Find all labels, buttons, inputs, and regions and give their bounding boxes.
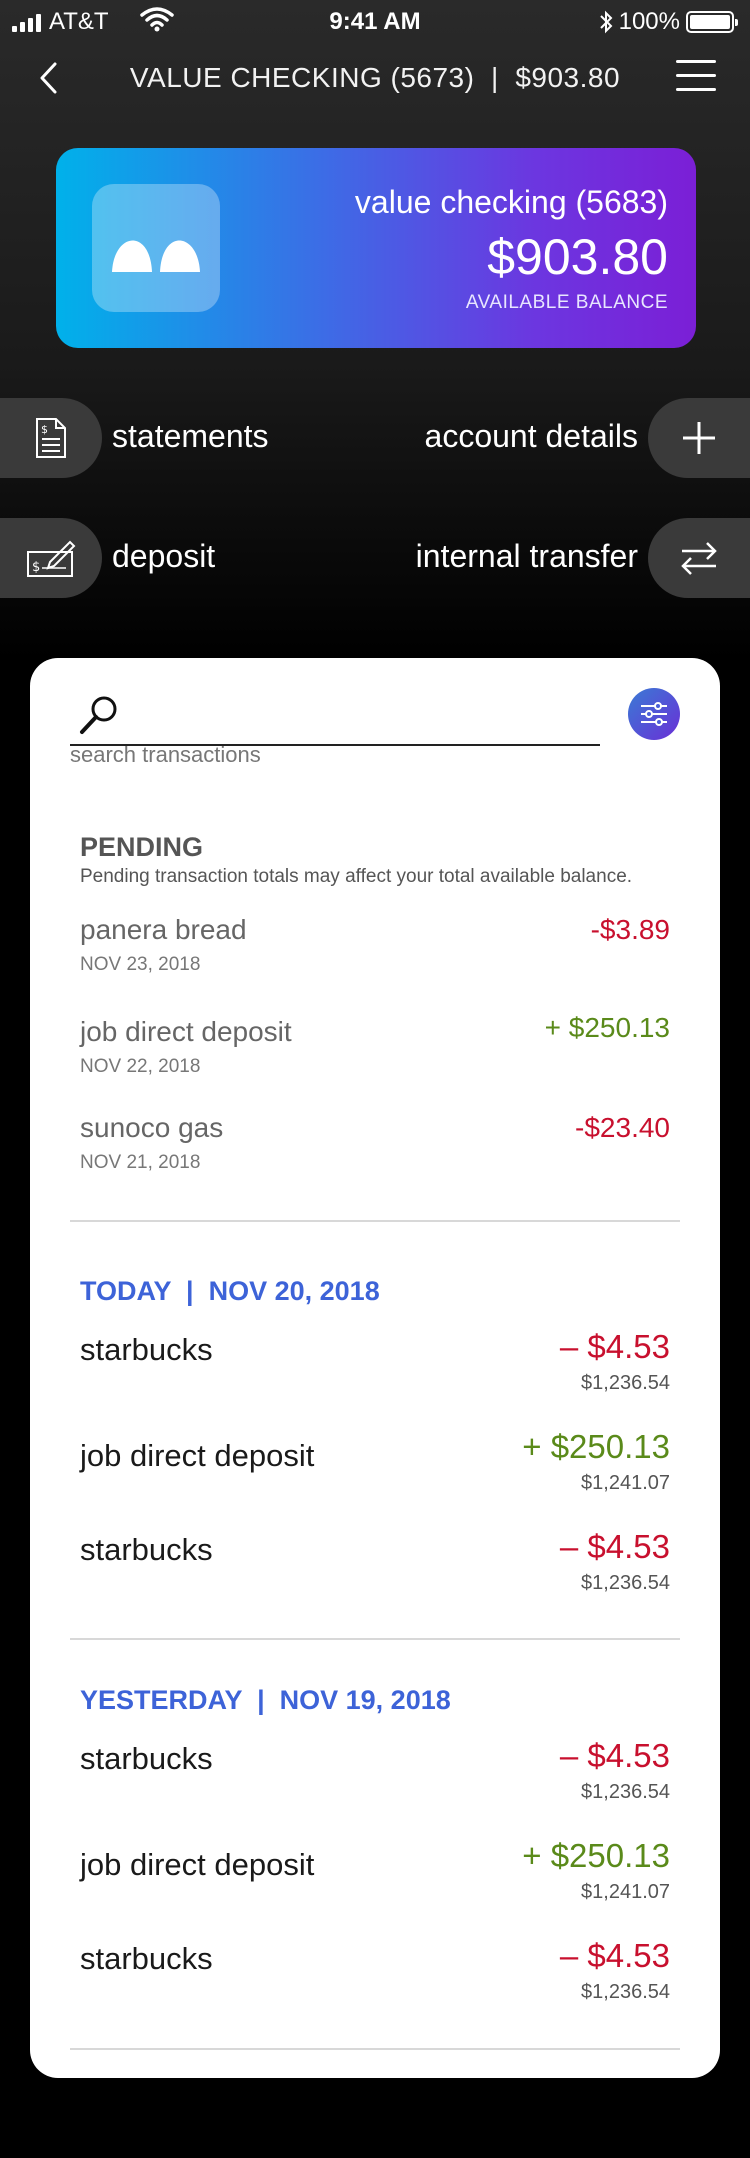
transaction-amount: – $4.53 [559, 1328, 670, 1365]
hamburger-icon [676, 60, 716, 63]
internal-transfer-icon-pill [648, 518, 750, 598]
search-input[interactable] [130, 696, 590, 740]
plus-icon [683, 422, 715, 454]
transaction-amount: + $250.13 [522, 1428, 670, 1465]
statements-icon-pill: $ [0, 398, 102, 478]
check-deposit-icon: $ [27, 540, 76, 577]
filter-button[interactable] [628, 688, 680, 740]
transaction-name: job direct deposit [80, 1438, 315, 1473]
running-balance: $1,236.54 [581, 1981, 670, 2003]
account-name: value checking (5683) [354, 184, 668, 220]
account-details-button[interactable]: account details [375, 398, 750, 478]
search-field [70, 692, 600, 746]
running-balance: $1,236.54 [581, 1781, 670, 1803]
transaction-name: starbucks [80, 1532, 213, 1567]
account-details-icon-pill [648, 398, 750, 478]
svg-text:$: $ [41, 423, 48, 436]
transaction-name: job direct deposit [80, 1847, 315, 1882]
transaction-name: panera bread [80, 914, 247, 945]
running-balance: $1,241.07 [581, 1472, 670, 1494]
transaction-amount: + $250.13 [544, 1012, 670, 1043]
pending-note: Pending transaction totals may affect yo… [80, 866, 633, 887]
statements-button[interactable]: $ statements [0, 398, 375, 478]
battery-label: 100% [618, 8, 680, 35]
svg-text:$: $ [32, 560, 40, 575]
transaction-name: job direct deposit [80, 1016, 292, 1047]
bluetooth-icon [599, 10, 613, 34]
nav-bar: VALUE CHECKING (5673) | $903.80 [0, 50, 750, 106]
running-balance: $1,236.54 [581, 1572, 670, 1594]
menu-button[interactable] [676, 60, 716, 94]
page-title: VALUE CHECKING (5673) | $903.80 [129, 62, 621, 93]
transaction-amount: – $4.53 [559, 1737, 670, 1774]
statements-label: statements [112, 418, 269, 454]
transfer-arrows-icon [681, 542, 717, 575]
transaction-name: starbucks [80, 1741, 213, 1776]
section-divider [70, 1220, 680, 1222]
internal-transfer-button[interactable]: internal transfer [375, 518, 750, 598]
transaction-name: starbucks [80, 1332, 213, 1367]
transaction-name: sunoco gas [80, 1112, 224, 1143]
section-divider [70, 1638, 680, 1640]
transactions-panel: search transactions PENDING Pending tran… [30, 658, 720, 2078]
section-divider [70, 2048, 680, 2050]
status-bar: AT&T 9:41 AM 100% [0, 0, 750, 44]
search-icon [80, 696, 117, 734]
transaction-amount: – $4.53 [559, 1937, 670, 1974]
running-balance: $1,236.54 [581, 1372, 670, 1394]
bank-logo-icon [112, 240, 200, 272]
available-balance-label: AVAILABLE BALANCE [465, 292, 668, 313]
battery-icon [686, 11, 738, 33]
transaction-amount: + $250.13 [522, 1837, 670, 1874]
transaction-amount: -$3.89 [590, 914, 670, 945]
transaction-date: NOV 22, 2018 [80, 1056, 201, 1077]
document-icon: $ [36, 418, 66, 458]
deposit-label: deposit [112, 538, 216, 574]
transaction-date: NOV 23, 2018 [80, 954, 201, 975]
available-balance: $903.80 [487, 229, 668, 285]
yesterday-section-title: YESTERDAY | NOV 19, 2018 [80, 1685, 451, 1715]
deposit-button[interactable]: $ deposit [0, 518, 375, 598]
transaction-date: NOV 21, 2018 [80, 1152, 201, 1173]
account-details-label: account details [424, 418, 638, 454]
bank-logo [92, 184, 220, 312]
battery-indicator: 100% [599, 8, 738, 36]
pending-section-title: PENDING [80, 832, 204, 862]
search-hint: search transactions [70, 742, 261, 767]
sliders-icon [641, 702, 667, 726]
transaction-amount: -$23.40 [575, 1112, 670, 1143]
deposit-icon-pill: $ [0, 518, 102, 598]
running-balance: $1,241.07 [581, 1881, 670, 1903]
transaction-amount: – $4.53 [559, 1528, 670, 1565]
today-section-title: TODAY | NOV 20, 2018 [80, 1276, 380, 1306]
account-card[interactable]: value checking (5683) $903.80 AVAILABLE … [56, 148, 696, 348]
internal-transfer-label: internal transfer [415, 538, 638, 574]
transaction-name: starbucks [80, 1941, 213, 1976]
